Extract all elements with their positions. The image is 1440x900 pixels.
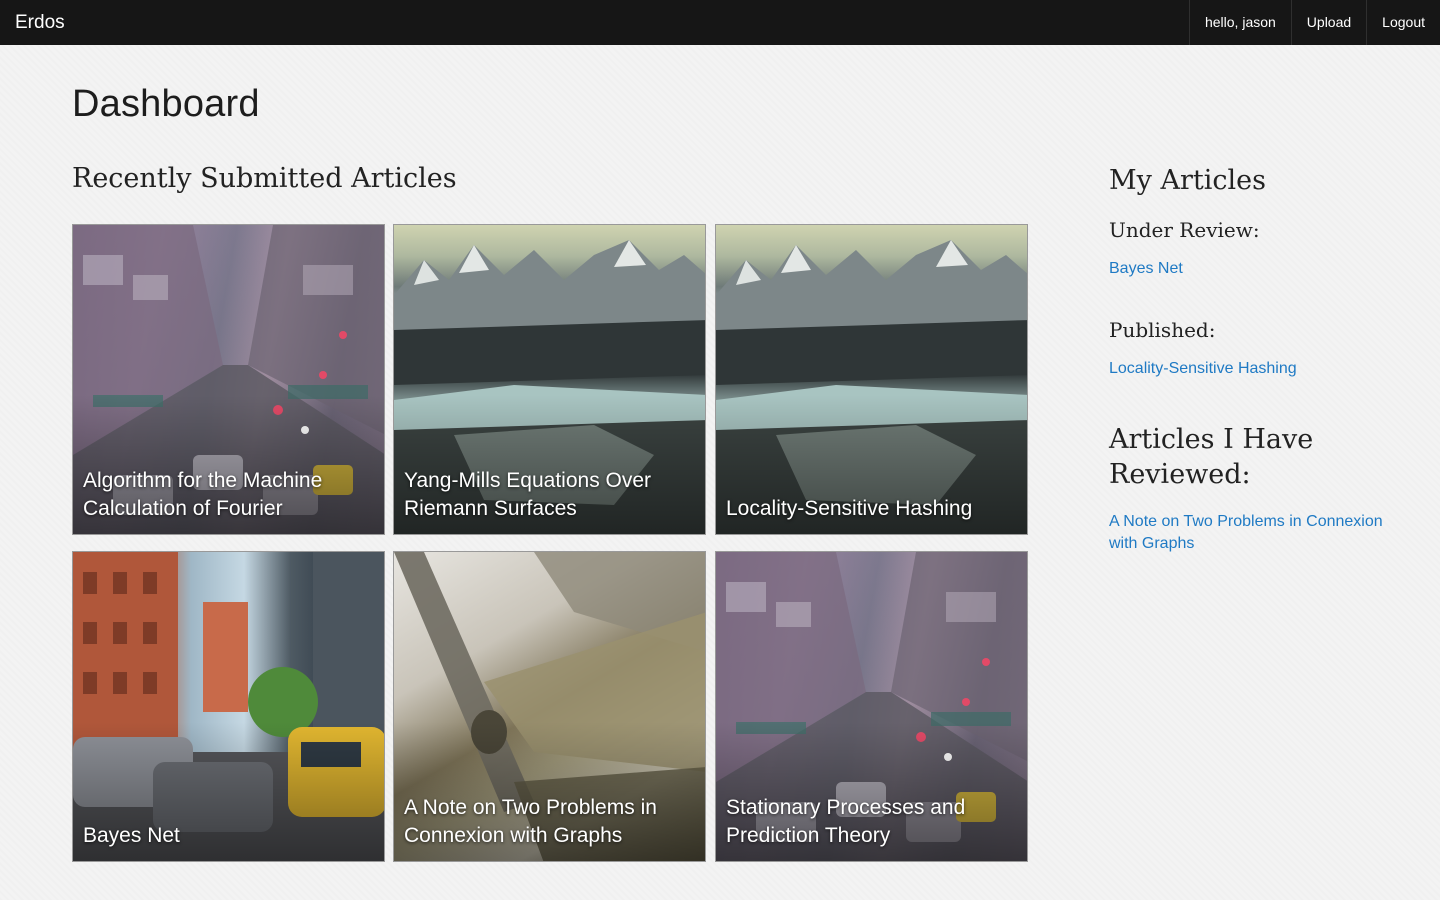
- article-card[interactable]: Locality-Sensitive Hashing: [715, 224, 1028, 535]
- under-review-link-bayes-net[interactable]: Bayes Net: [1109, 258, 1389, 280]
- my-articles-heading: My Articles: [1109, 165, 1266, 196]
- article-card[interactable]: Yang-Mills Equations Over Riemann Surfac…: [393, 224, 706, 535]
- page-title: Dashboard: [72, 83, 260, 125]
- article-card[interactable]: Algorithm for the Machine Calculation of…: [72, 224, 385, 535]
- nav-logout-link[interactable]: Logout: [1366, 0, 1440, 45]
- article-card-title: Yang-Mills Equations Over Riemann Surfac…: [404, 469, 652, 520]
- article-card-title: Stationary Processes and Prediction Theo…: [726, 796, 966, 847]
- under-review-heading: Under Review:: [1109, 218, 1260, 242]
- article-card[interactable]: Bayes Net: [72, 551, 385, 862]
- article-grid: Algorithm for the Machine Calculation of…: [72, 224, 1028, 862]
- navbar-right: hello, jason Upload Logout: [1188, 0, 1440, 45]
- article-card[interactable]: A Note on Two Problems in Connexion with…: [393, 551, 706, 862]
- published-heading: Published:: [1109, 318, 1216, 342]
- article-card[interactable]: Stationary Processes and Prediction Theo…: [715, 551, 1028, 862]
- nav-upload-link[interactable]: Upload: [1290, 0, 1366, 45]
- my-articles-sidebar: My Articles Under Review: Bayes Net Publ…: [1109, 163, 1389, 555]
- recent-articles-heading: Recently Submitted Articles: [72, 163, 457, 194]
- reviewed-link-graphs[interactable]: A Note on Two Problems in Connexion with…: [1109, 511, 1389, 555]
- brand-logo[interactable]: Erdos: [0, 0, 65, 45]
- article-card-title: A Note on Two Problems in Connexion with…: [404, 796, 657, 847]
- nav-user-greeting[interactable]: hello, jason: [1188, 0, 1291, 45]
- article-card-title: Bayes Net: [83, 824, 180, 847]
- published-link-lsh[interactable]: Locality-Sensitive Hashing: [1109, 358, 1389, 380]
- reviewed-articles-heading: Articles I Have Reviewed:: [1109, 424, 1314, 490]
- top-navbar: Erdos hello, jason Upload Logout: [0, 0, 1440, 45]
- article-card-title: Algorithm for the Machine Calculation of…: [83, 469, 323, 520]
- article-card-title: Locality-Sensitive Hashing: [726, 497, 973, 520]
